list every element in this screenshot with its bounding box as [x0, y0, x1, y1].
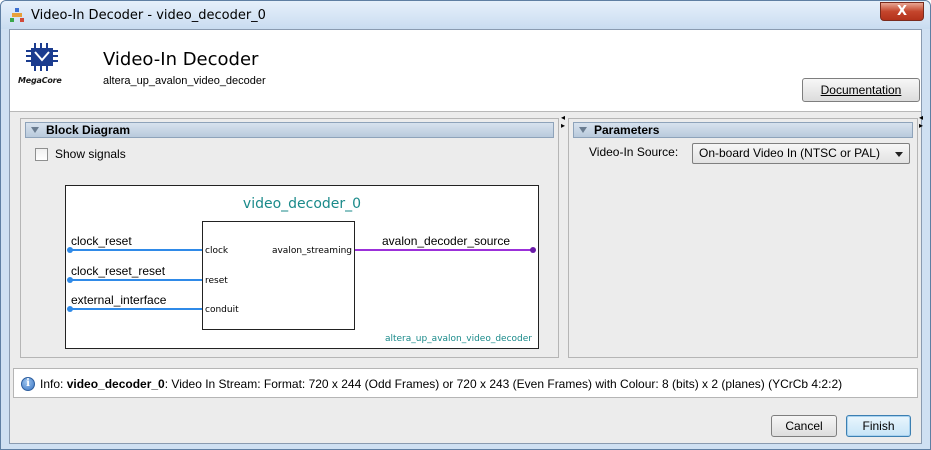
right-splitter-arrow-icon: ▸	[919, 121, 924, 130]
info-instance: video_decoder_0	[66, 377, 165, 391]
signal-external-interface: external_interface	[71, 293, 167, 307]
megacore-chip-icon	[26, 43, 58, 71]
video-in-source-value: On-board Video In (NTSC or PAL)	[699, 146, 880, 160]
window-title: Video-In Decoder - video_decoder_0	[31, 8, 266, 23]
instance-name: video_decoder_0	[242, 196, 362, 212]
port-clock: clock	[205, 246, 229, 256]
parameters-header[interactable]: Parameters	[573, 122, 913, 138]
show-signals-checkbox[interactable]	[35, 148, 48, 161]
title-bar[interactable]: Video-In Decoder - video_decoder_0 X	[1, 1, 930, 29]
collapse-triangle-icon	[579, 127, 587, 133]
page-title: Video-In Decoder	[103, 49, 259, 70]
signal-clock-reset-reset: clock_reset_reset	[71, 264, 166, 278]
block-diagram-header[interactable]: Block Diagram	[25, 122, 554, 138]
info-prefix: Info:	[40, 377, 67, 391]
parameters-heading: Parameters	[594, 123, 660, 137]
pin-source	[530, 247, 536, 253]
port-conduit: conduit	[205, 305, 239, 315]
header: MegaCore Video-In Decoder altera_up_aval…	[10, 30, 921, 112]
info-message: Info: video_decoder_0: Video In Stream: …	[40, 377, 842, 391]
documentation-button[interactable]: Documentation	[802, 78, 920, 102]
finish-label: Finish	[862, 419, 895, 433]
show-signals-label: Show signals	[55, 147, 126, 161]
panel-splitter[interactable]: ◂ ▸	[561, 112, 566, 362]
cancel-button[interactable]: Cancel	[771, 415, 837, 437]
block-diagram-heading: Block Diagram	[46, 123, 131, 137]
video-in-source-label: Video-In Source:	[589, 145, 679, 159]
signal-avalon-decoder-source: avalon_decoder_source	[382, 234, 511, 248]
dialog-client: MegaCore Video-In Decoder altera_up_aval…	[9, 29, 924, 444]
close-button[interactable]: X	[880, 2, 924, 21]
close-icon: X	[896, 4, 908, 19]
megacore-logo: MegaCore	[18, 42, 64, 90]
chevron-down-icon	[895, 152, 903, 157]
component-name: altera_up_avalon_video_decoder	[384, 334, 532, 344]
app-icon	[10, 8, 24, 22]
documentation-label: Documentation	[820, 83, 902, 97]
component-box: clock reset conduit avalon_streaming	[202, 221, 355, 330]
info-bar: i Info: video_decoder_0: Video In Stream…	[13, 368, 918, 398]
block-diagram: video_decoder_0 clock reset conduit aval…	[65, 185, 539, 349]
dialog-window: Video-In Decoder - video_decoder_0 X Meg…	[0, 0, 931, 450]
cancel-label: Cancel	[785, 419, 823, 433]
port-avalon-streaming: avalon_streaming	[271, 246, 352, 256]
page-subtitle: altera_up_avalon_video_decoder	[103, 75, 266, 87]
port-reset: reset	[205, 276, 228, 286]
finish-button[interactable]: Finish	[846, 415, 911, 437]
collapse-triangle-icon	[31, 127, 39, 133]
info-icon: i	[21, 377, 35, 391]
splitter-right-arrow-icon: ▸	[561, 121, 566, 130]
info-body: : Video In Stream: Format: 720 x 244 (Od…	[164, 377, 843, 391]
video-in-source-select[interactable]: On-board Video In (NTSC or PAL)	[692, 143, 910, 164]
logo-text: MegaCore	[18, 76, 62, 85]
signal-clock-reset: clock_reset	[71, 234, 132, 248]
